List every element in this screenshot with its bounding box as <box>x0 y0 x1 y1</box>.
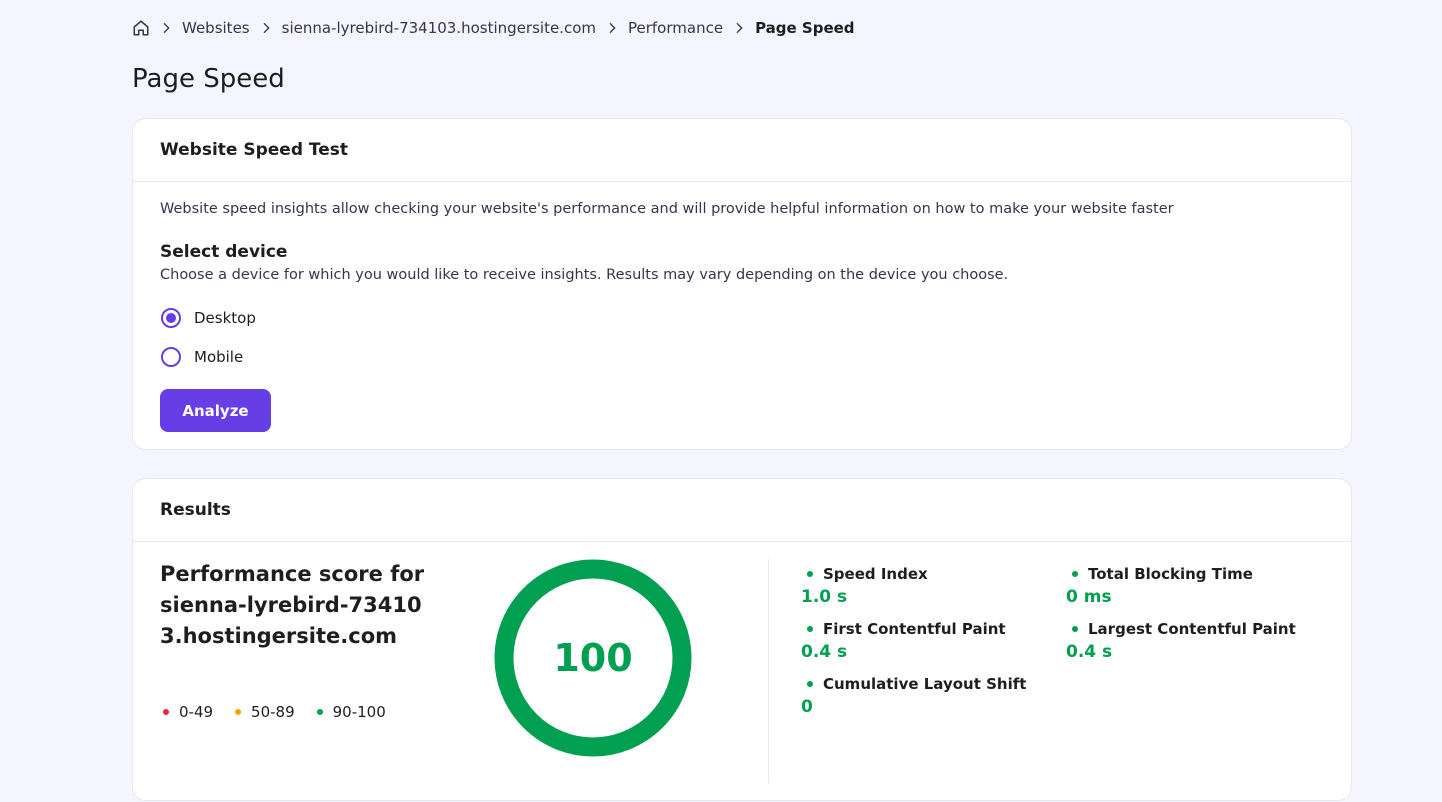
legend-label-poor: 0-49 <box>179 703 214 721</box>
chevron-right-icon <box>258 20 274 36</box>
radio-mobile-label: Mobile <box>194 348 244 366</box>
metric-largest-contentful-paint: Largest Contentful Paint 0.4 s <box>1066 620 1296 662</box>
speed-test-title: Website Speed Test <box>133 119 1351 182</box>
legend-dot-poor <box>163 709 169 715</box>
metric-label: Total Blocking Time <box>1088 565 1253 583</box>
status-dot <box>807 681 813 687</box>
chevron-right-icon <box>731 20 747 36</box>
metric-first-contentful-paint: First Contentful Paint 0.4 s <box>801 620 1006 662</box>
breadcrumb-domain[interactable]: sienna-lyrebird-734103.hostingersite.com <box>282 19 596 37</box>
home-icon[interactable] <box>132 19 150 37</box>
metric-label: Speed Index <box>823 565 928 583</box>
metric-value: 0.4 s <box>801 642 848 662</box>
metric-total-blocking-time: Total Blocking Time 0 ms <box>1066 565 1253 607</box>
metric-value: 0 ms <box>1066 587 1112 607</box>
breadcrumb-current: Page Speed <box>755 19 855 37</box>
metric-value: 0.4 s <box>1066 642 1113 662</box>
legend-dot-good <box>316 709 323 715</box>
chevron-right-icon <box>158 20 174 36</box>
legend-item-good: 90-100 <box>316 703 386 721</box>
legend-item-average: 50-89 <box>235 703 295 721</box>
metric-value: 0 <box>801 697 813 717</box>
breadcrumb-performance[interactable]: Performance <box>628 19 723 37</box>
status-dot <box>807 571 813 577</box>
results-card: Results Performance score for sienna-lyr… <box>132 478 1352 801</box>
analyze-button[interactable]: Analyze <box>160 389 271 432</box>
legend-label-average: 50-89 <box>251 703 295 721</box>
legend-item-poor: 0-49 <box>163 703 213 721</box>
metric-speed-index: Speed Index 1.0 s <box>801 565 928 607</box>
speed-test-intro: Website speed insights allow checking yo… <box>160 201 1174 217</box>
metric-label: Largest Contentful Paint <box>1088 620 1296 638</box>
score-title: Performance score for sienna-lyrebird-73… <box>160 562 425 648</box>
speed-test-card: Website Speed Test Website speed insight… <box>132 118 1352 450</box>
radio-desktop-label: Desktop <box>194 309 256 327</box>
page-title: Page Speed <box>132 64 285 94</box>
score-value: 100 <box>553 636 633 680</box>
status-dot <box>1072 571 1078 577</box>
radio-selected-dot <box>166 313 176 323</box>
chevron-right-icon <box>604 20 620 36</box>
results-title: Results <box>133 479 1351 542</box>
metric-label: First Contentful Paint <box>823 620 1006 638</box>
metric-value: 1.0 s <box>801 587 848 607</box>
status-dot <box>1072 626 1078 632</box>
device-help-text: Choose a device for which you would like… <box>160 267 1009 283</box>
radio-mobile-control[interactable] <box>161 347 181 367</box>
radio-desktop-control[interactable] <box>161 308 181 328</box>
radio-desktop[interactable]: Desktop <box>161 308 256 328</box>
legend-dot-average <box>235 709 242 715</box>
score-legend: 0-49 50-89 90-100 <box>163 703 408 721</box>
metric-label: Cumulative Layout Shift <box>823 675 1027 693</box>
breadcrumb-websites[interactable]: Websites <box>182 19 250 37</box>
results-divider <box>768 559 769 783</box>
device-heading: Select device <box>160 242 288 262</box>
metric-cumulative-layout-shift: Cumulative Layout Shift 0 <box>801 675 1026 717</box>
breadcrumb: Websites sienna-lyrebird-734103.hostinge… <box>132 16 855 40</box>
status-dot <box>807 626 813 632</box>
legend-label-good: 90-100 <box>332 703 386 721</box>
radio-mobile[interactable]: Mobile <box>161 347 243 367</box>
